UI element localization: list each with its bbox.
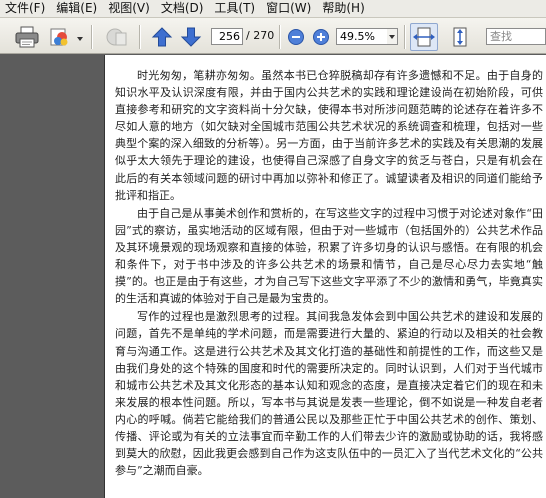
document-viewport[interactable]: 时光匆匆，笔耕亦匆匆。虽然本书已仓猝脱稿却存有许多遗憾和不足。由于自身的知识水平… (0, 55, 546, 498)
share-dropdown-arrow-icon[interactable] (77, 37, 83, 41)
printer-icon (15, 26, 39, 48)
paragraph-1: 时光匆匆，笔耕亦匆匆。虽然本书已仓猝脱稿却存有许多遗憾和不足。由于自身的知识水平… (115, 69, 543, 202)
paragraph-3: 写作的过程也是激烈思考的过程。其间我急发体会到中国公共艺术的建设和发展的问题，首… (115, 310, 543, 478)
document-page: 时光匆匆，笔耕亦匆匆。虽然本书已仓猝脱稿却存有许多遗憾和不足。由于自身的知识水平… (104, 55, 546, 498)
comment-disabled-icon (106, 28, 127, 46)
share-icon (50, 28, 68, 46)
page-number-input[interactable]: 256 (211, 28, 243, 45)
arrow-down-icon (180, 27, 202, 47)
paragraph-2: 由于自己是从事美术创作和赏析的，在写这些文字的过程中习惯于对论述对象作“田园”式… (115, 206, 543, 306)
minus-icon (288, 29, 304, 45)
page-total-label: / 270 (246, 29, 275, 42)
next-page-button[interactable] (180, 26, 202, 48)
search-input[interactable]: 查找 (486, 28, 546, 45)
previous-page-button[interactable] (151, 26, 173, 48)
fit-width-button[interactable] (410, 23, 438, 51)
fit-page-button[interactable] (447, 24, 473, 50)
zoom-in-button[interactable] (312, 28, 330, 46)
menu-bar: 文件(F) 编辑(E) 视图(V) 文档(D) 工具(T) 窗口(W) 帮助(H… (0, 0, 546, 18)
menu-file[interactable]: 文件(F) (0, 0, 51, 17)
fit-page-icon (453, 27, 467, 47)
menu-document[interactable]: 文档(D) (156, 0, 210, 17)
print-button[interactable] (14, 25, 40, 49)
toolbar: 256 / 270 49.5% 查找 (0, 18, 546, 54)
fit-width-icon (413, 27, 435, 47)
page-body-text: 时光匆匆，笔耕亦匆匆。虽然本书已仓猝脱稿却存有许多遗憾和不足。由于自身的知识水平… (115, 67, 543, 480)
chevron-down-icon (389, 35, 395, 39)
plus-icon (313, 29, 329, 45)
zoom-dropdown-button[interactable] (387, 28, 398, 45)
zoom-level-input[interactable]: 49.5% (336, 28, 388, 45)
share-button[interactable] (48, 25, 72, 49)
menu-edit[interactable]: 编辑(E) (51, 0, 103, 17)
menu-tools[interactable]: 工具(T) (209, 0, 261, 17)
zoom-out-button[interactable] (287, 28, 305, 46)
menu-help[interactable]: 帮助(H) (317, 0, 370, 17)
arrow-up-icon (151, 27, 173, 47)
review-button[interactable] (104, 25, 130, 49)
menu-window[interactable]: 窗口(W) (261, 0, 317, 17)
menu-view[interactable]: 视图(V) (103, 0, 156, 17)
